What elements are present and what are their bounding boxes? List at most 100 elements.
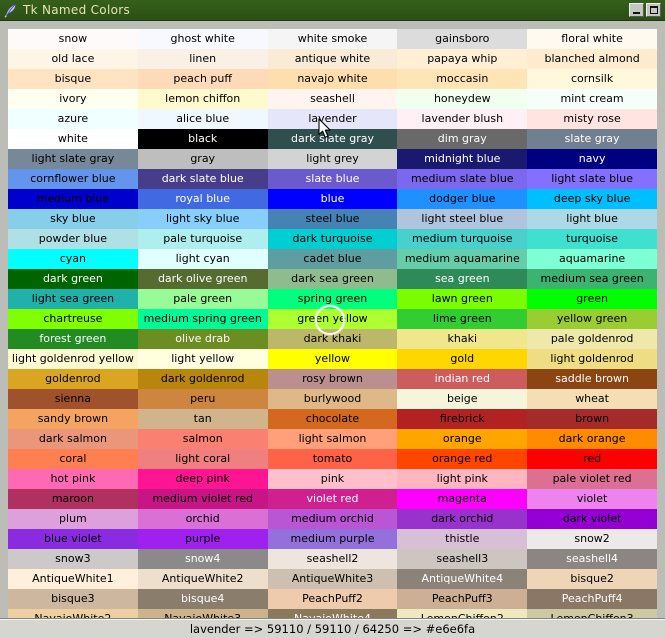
color-cell[interactable]: magenta (397, 489, 528, 509)
color-cell[interactable]: snow4 (137, 549, 268, 569)
color-cell[interactable]: bisque4 (137, 589, 268, 609)
color-cell[interactable]: dark orange (527, 429, 657, 449)
color-cell[interactable]: light sky blue (137, 209, 268, 229)
color-cell[interactable]: pale goldenrod (527, 329, 657, 349)
color-cell[interactable]: seashell3 (397, 549, 528, 569)
color-cell[interactable]: misty rose (527, 109, 657, 129)
color-cell[interactable]: sienna (8, 389, 138, 409)
color-cell[interactable]: light grey (267, 149, 398, 169)
color-cell[interactable]: linen (137, 49, 268, 69)
color-cell[interactable]: medium slate blue (397, 169, 528, 189)
color-cell[interactable]: powder blue (8, 229, 138, 249)
color-cell[interactable]: lime green (397, 309, 528, 329)
color-cell[interactable]: snow2 (527, 529, 657, 549)
color-cell[interactable]: cornsilk (527, 69, 657, 89)
color-cell[interactable]: light pink (397, 469, 528, 489)
color-cell[interactable]: ghost white (137, 29, 268, 49)
color-cell[interactable]: gold (397, 349, 528, 369)
color-cell[interactable]: dark slate gray (267, 129, 398, 149)
color-cell[interactable]: bisque2 (527, 569, 657, 589)
color-cell[interactable]: chartreuse (8, 309, 138, 329)
color-cell[interactable]: navajo white (267, 69, 398, 89)
color-cell[interactable]: yellow (267, 349, 398, 369)
color-cell[interactable]: yellow green (527, 309, 657, 329)
color-cell[interactable]: sky blue (8, 209, 138, 229)
color-cell[interactable]: violet red (267, 489, 398, 509)
color-cell[interactable]: firebrick (397, 409, 528, 429)
color-cell[interactable]: steel blue (267, 209, 398, 229)
color-cell[interactable]: sea green (397, 269, 528, 289)
color-cell[interactable]: dodger blue (397, 189, 528, 209)
color-cell[interactable]: PeachPuff4 (527, 589, 657, 609)
color-cell[interactable]: ivory (8, 89, 138, 109)
color-cell[interactable]: plum (8, 509, 138, 529)
color-cell[interactable]: light goldenrod (527, 349, 657, 369)
color-cell[interactable]: AntiqueWhite3 (267, 569, 398, 589)
color-cell[interactable]: dim gray (397, 129, 528, 149)
color-cell[interactable]: forest green (8, 329, 138, 349)
color-cell[interactable]: dark salmon (8, 429, 138, 449)
color-cell[interactable]: pale turquoise (137, 229, 268, 249)
color-cell[interactable]: orange (397, 429, 528, 449)
color-cell[interactable]: floral white (527, 29, 657, 49)
color-cell[interactable]: azure (8, 109, 138, 129)
color-cell[interactable]: AntiqueWhite2 (137, 569, 268, 589)
color-cell[interactable]: coral (8, 449, 138, 469)
color-cell[interactable]: NavajoWhite4 (267, 609, 398, 618)
color-cell[interactable]: NavajoWhite2 (8, 609, 138, 618)
color-cell[interactable]: white (8, 129, 138, 149)
color-cell[interactable]: dark slate blue (137, 169, 268, 189)
color-cell[interactable]: orange red (397, 449, 528, 469)
color-cell[interactable]: LemonChiffon3 (527, 609, 657, 618)
minimize-button[interactable] (629, 3, 644, 17)
color-cell[interactable]: blanched almond (527, 49, 657, 69)
color-cell[interactable]: light sea green (8, 289, 138, 309)
color-cell[interactable]: moccasin (397, 69, 528, 89)
color-cell[interactable]: tomato (267, 449, 398, 469)
color-cell[interactable]: old lace (8, 49, 138, 69)
color-cell[interactable]: lavender (267, 109, 398, 129)
color-cell[interactable]: burlywood (267, 389, 398, 409)
color-cell[interactable]: hot pink (8, 469, 138, 489)
color-cell[interactable]: slate gray (527, 129, 657, 149)
color-cell[interactable]: beige (397, 389, 528, 409)
color-cell[interactable]: antique white (267, 49, 398, 69)
color-cell[interactable]: peach puff (137, 69, 268, 89)
color-cell[interactable]: dark sea green (267, 269, 398, 289)
color-cell[interactable]: NavajoWhite3 (137, 609, 268, 618)
color-cell[interactable]: chocolate (267, 409, 398, 429)
color-cell[interactable]: lawn green (397, 289, 528, 309)
color-cell[interactable]: pale green (137, 289, 268, 309)
color-cell[interactable]: rosy brown (267, 369, 398, 389)
color-cell[interactable]: dark olive green (137, 269, 268, 289)
color-cell[interactable]: medium aquamarine (397, 249, 528, 269)
color-cell[interactable]: lemon chiffon (137, 89, 268, 109)
color-cell[interactable]: light blue (527, 209, 657, 229)
color-cell[interactable]: light slate blue (527, 169, 657, 189)
color-cell[interactable]: medium violet red (137, 489, 268, 509)
color-cell[interactable]: navy (527, 149, 657, 169)
color-cell[interactable]: dark goldenrod (137, 369, 268, 389)
color-cell[interactable]: aquamarine (527, 249, 657, 269)
color-cell[interactable]: deep sky blue (527, 189, 657, 209)
color-cell[interactable]: lavender blush (397, 109, 528, 129)
color-cell[interactable]: gray (137, 149, 268, 169)
color-cell[interactable]: goldenrod (8, 369, 138, 389)
color-cell[interactable]: orchid (137, 509, 268, 529)
color-cell[interactable]: bisque3 (8, 589, 138, 609)
color-cell[interactable]: blue violet (8, 529, 138, 549)
color-cell[interactable]: sandy brown (8, 409, 138, 429)
color-cell[interactable]: light steel blue (397, 209, 528, 229)
color-cell[interactable]: pale violet red (527, 469, 657, 489)
color-cell[interactable]: violet (527, 489, 657, 509)
maximize-button[interactable] (646, 3, 661, 17)
color-cell[interactable]: snow3 (8, 549, 138, 569)
color-cell[interactable]: olive drab (137, 329, 268, 349)
color-cell[interactable]: light salmon (267, 429, 398, 449)
color-cell[interactable]: light goldenrod yellow (8, 349, 138, 369)
color-cell[interactable]: dark violet (527, 509, 657, 529)
color-cell[interactable]: light coral (137, 449, 268, 469)
color-cell[interactable]: cyan (8, 249, 138, 269)
color-cell[interactable]: cornflower blue (8, 169, 138, 189)
color-cell[interactable]: white smoke (267, 29, 398, 49)
